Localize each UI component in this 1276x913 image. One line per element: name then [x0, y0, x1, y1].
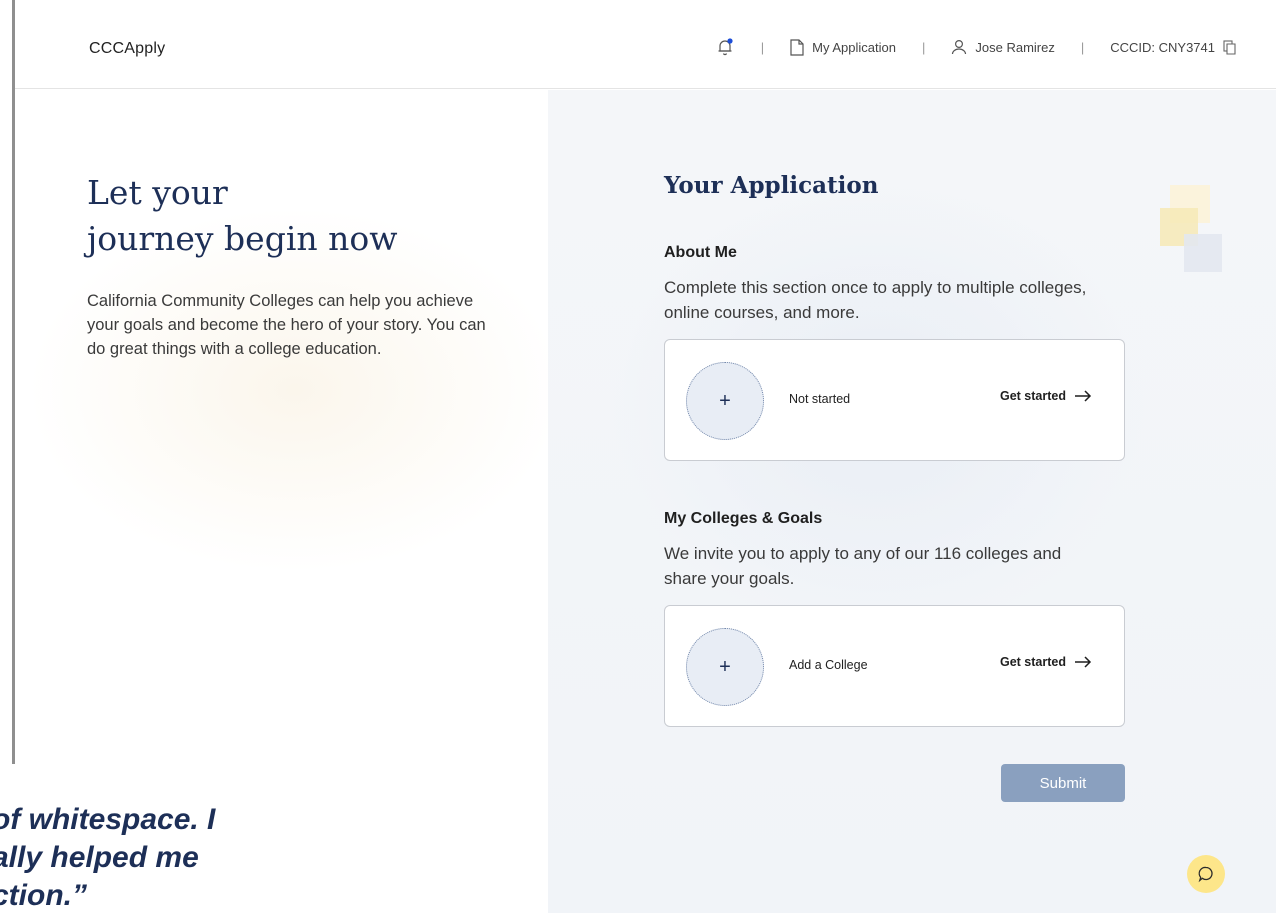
- nav-separator: |: [921, 39, 926, 55]
- plus-icon: +: [719, 655, 731, 678]
- colleges-goals-description: We invite you to apply to any of our 116…: [664, 544, 1062, 588]
- my-application-label: My Application: [812, 39, 896, 55]
- quote-line-3: ction.”: [0, 879, 87, 912]
- header-nav: | My Application | Jose Ramirez | CCCID:…: [715, 37, 1236, 57]
- colleges-status: Add a College: [789, 658, 868, 672]
- brand-logo-text[interactable]: CCCApply: [89, 40, 165, 58]
- plus-icon: +: [719, 389, 731, 412]
- about-me-get-started-button[interactable]: Get started: [1000, 389, 1092, 403]
- notifications-button[interactable]: [715, 37, 735, 57]
- about-me-description: Complete this section once to apply to m…: [664, 278, 1087, 322]
- hero-title-line-1: Let your: [87, 173, 228, 212]
- user-profile-link[interactable]: Jose Ramirez: [951, 39, 1055, 55]
- arrow-right-icon: [1075, 390, 1092, 402]
- cccid-copy[interactable]: CCCID: CNY3741: [1110, 40, 1236, 55]
- nav-separator: |: [760, 39, 765, 55]
- chat-icon: [1198, 866, 1213, 883]
- about-me-add-button[interactable]: +: [686, 362, 764, 440]
- decorative-square: [1184, 234, 1222, 272]
- hero-title-line-2: journey begin now: [87, 219, 398, 258]
- get-started-label: Get started: [1000, 389, 1066, 403]
- hero-title: Let your journey begin now: [87, 170, 507, 262]
- quote-line-2: ally helped me: [0, 841, 199, 874]
- hero-body-text: California Community Colleges can help y…: [87, 292, 486, 358]
- colleges-card[interactable]: + Add a College Get started: [664, 605, 1125, 727]
- nav-separator: |: [1080, 39, 1085, 55]
- submit-button[interactable]: Submit: [1001, 764, 1125, 802]
- add-college-button[interactable]: +: [686, 628, 764, 706]
- application-title: Your Application: [664, 172, 879, 199]
- get-started-label: Get started: [1000, 655, 1066, 669]
- about-me-title: About Me: [664, 244, 737, 261]
- bell-icon: [718, 38, 733, 56]
- quote-line-1: of whitespace. I: [0, 803, 216, 836]
- arrow-right-icon: [1075, 656, 1092, 668]
- document-icon: [790, 38, 804, 56]
- colleges-goals-title: My Colleges & Goals: [664, 510, 823, 527]
- about-me-card[interactable]: + Not started Get started: [664, 339, 1125, 461]
- top-navigation-bar: CCCApply | My Application | Jose Ramirez…: [15, 0, 1276, 89]
- quote-overlay: of whitespace. I ally helped me ction.”: [0, 798, 548, 913]
- user-icon: [952, 39, 967, 55]
- cccid-value: CCCID: CNY3741: [1110, 39, 1215, 55]
- my-application-link[interactable]: My Application: [790, 38, 896, 56]
- user-name: Jose Ramirez: [975, 39, 1055, 55]
- chat-button[interactable]: [1187, 855, 1225, 893]
- colleges-get-started-button[interactable]: Get started: [1000, 655, 1092, 669]
- about-me-status: Not started: [789, 392, 851, 406]
- copy-icon[interactable]: [1223, 39, 1236, 55]
